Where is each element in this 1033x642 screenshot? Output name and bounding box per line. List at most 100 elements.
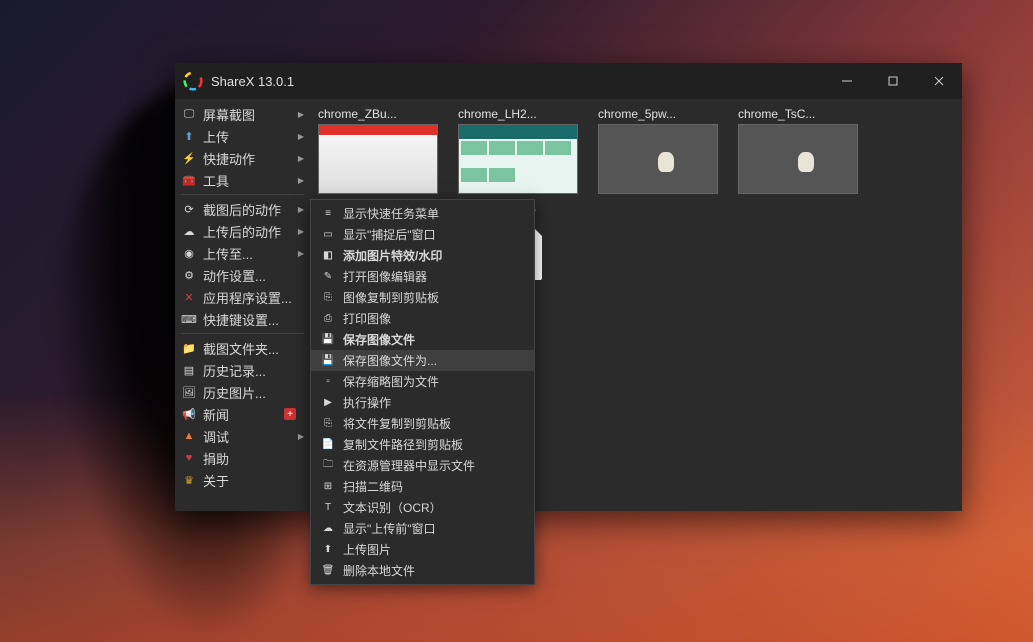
sidebar-item[interactable]: ⌨ 快捷键设置... — [175, 308, 310, 330]
sidebar-separator — [181, 333, 304, 334]
sidebar-item-label: 上传后的动作 — [203, 222, 281, 241]
thumbnail-item[interactable]: chrome_TsC... — [738, 107, 868, 194]
sidebar-item[interactable]: ▲调试▶ — [175, 425, 310, 447]
submenu-item-label: 上传图片 — [343, 541, 391, 558]
submenu-item-label: 图像复制到剪贴板 — [343, 289, 439, 306]
submenu-item[interactable]: ▭显示"捕捉后"窗口 — [311, 224, 534, 245]
sidebar-item[interactable]: ⟳截图后的动作▶ — [175, 198, 310, 220]
submenu-item[interactable]: ✎打开图像编辑器 — [311, 266, 534, 287]
sidebar-item-icon: ⌨ — [181, 311, 197, 327]
submenu-item-icon: 🗀 — [319, 458, 337, 474]
chevron-right-icon: ▶ — [298, 249, 304, 258]
submenu-item[interactable]: 💾 保存图像文件为... — [311, 350, 534, 371]
app-window: ShareX 13.0.1 🖵屏幕截图▶⬆上传▶⚡快捷动作▶🧰工具▶⟳截图后的动… — [175, 63, 962, 511]
submenu-item[interactable]: ⎘将文件复制到剪贴板 — [311, 413, 534, 434]
submenu-item-label: 保存图像文件为... — [343, 352, 437, 369]
thumbnail-image — [458, 124, 578, 194]
sidebar-item[interactable]: ♛关于 — [175, 469, 310, 491]
submenu-item-icon: ▫ — [319, 374, 337, 390]
sidebar-item-label: 动作设置... — [203, 266, 266, 285]
titlebar: ShareX 13.0.1 — [175, 63, 962, 99]
sidebar-item-label: 屏幕截图 — [203, 105, 255, 124]
sidebar-item[interactable]: ⚡快捷动作▶ — [175, 147, 310, 169]
sidebar-item-label: 工具 — [203, 171, 229, 190]
sidebar-item[interactable]: ⬆上传▶ — [175, 125, 310, 147]
submenu-item[interactable]: ⬆ 上传图片 — [311, 539, 534, 560]
submenu-item[interactable]: 🗑 删除本地文件 — [311, 560, 534, 581]
submenu-item[interactable]: 💾保存图像文件 — [311, 329, 534, 350]
thumbnail-label: chrome_ZBu... — [318, 107, 448, 121]
sidebar-item[interactable]: ☁ 上传后的动作 ▶ — [175, 220, 310, 242]
chevron-right-icon: ▶ — [298, 227, 304, 236]
submenu-item-label: 显示快速任务菜单 — [343, 205, 439, 222]
submenu-item[interactable]: 📄 复制文件路径到剪贴板 — [311, 434, 534, 455]
submenu-item[interactable]: 🗀在资源管理器中显示文件 — [311, 455, 534, 476]
close-button[interactable] — [916, 63, 962, 99]
submenu-item[interactable]: T文本识别（OCR） — [311, 497, 534, 518]
thumbnail-item[interactable]: chrome_LH2... — [458, 107, 588, 194]
submenu-item-label: 打开图像编辑器 — [343, 268, 427, 285]
sidebar-separator — [181, 194, 304, 195]
sidebar-item[interactable]: ✕ 应用程序设置... — [175, 286, 310, 308]
submenu-item-icon: 🗑 — [319, 563, 337, 579]
sidebar-item-label: 快捷键设置... — [203, 310, 279, 329]
submenu-item-label: 复制文件路径到剪贴板 — [343, 436, 463, 453]
submenu-item-icon: ⎘ — [319, 416, 337, 432]
submenu-item-icon: ⎘ — [319, 290, 337, 306]
submenu-item[interactable]: ≡显示快速任务菜单 — [311, 203, 534, 224]
sidebar-item-label: 截图后的动作 — [203, 200, 281, 219]
minimize-button[interactable] — [824, 63, 870, 99]
sidebar-item-icon: 🧰 — [181, 172, 197, 188]
submenu-item[interactable]: ⎙ 打印图像 — [311, 308, 534, 329]
submenu-item[interactable]: ☁ 显示"上传前"窗口 — [311, 518, 534, 539]
sidebar-item[interactable]: ▤历史记录... — [175, 359, 310, 381]
thumbnail-image — [598, 124, 718, 194]
sidebar-item-label: 应用程序设置... — [203, 288, 292, 307]
sidebar-item[interactable]: 🖼历史图片... — [175, 381, 310, 403]
sidebar-item[interactable]: 🖵屏幕截图▶ — [175, 103, 310, 125]
sidebar-item[interactable]: 📢新闻+ — [175, 403, 310, 425]
submenu-item-label: 删除本地文件 — [343, 562, 415, 579]
sidebar-item-icon: ◉ — [181, 245, 197, 261]
sidebar-item-icon: ✕ — [181, 289, 197, 305]
submenu-item-icon: 💾 — [319, 353, 337, 369]
submenu-item-icon: ⊞ — [319, 479, 337, 495]
submenu-item-icon: ⎙ — [319, 311, 337, 327]
submenu-item-icon: ☁ — [319, 521, 337, 537]
sidebar-item[interactable]: ⚙ 动作设置... — [175, 264, 310, 286]
thumbnail-label: chrome_5pw... — [598, 107, 728, 121]
thumbnail-item[interactable]: chrome_5pw... — [598, 107, 728, 194]
submenu-item-label: 扫描二维码 — [343, 478, 403, 495]
sidebar-item-icon: ⚡ — [181, 150, 197, 166]
submenu-item[interactable]: ⎘ 图像复制到剪贴板 — [311, 287, 534, 308]
submenu-item-icon: 📄 — [319, 437, 337, 453]
submenu-item-icon: ▶ — [319, 395, 337, 411]
submenu-item[interactable]: ▶执行操作 — [311, 392, 534, 413]
sidebar-item-label: 新闻 — [203, 405, 229, 424]
submenu-item[interactable]: ▫保存缩略图为文件 — [311, 371, 534, 392]
chevron-right-icon: ▶ — [298, 205, 304, 214]
chevron-right-icon: ▶ — [298, 132, 304, 141]
sidebar-item-icon: ☁ — [181, 223, 197, 239]
sidebar-item-icon: 🖼 — [181, 384, 197, 400]
sidebar-item[interactable]: ◉上传至...▶ — [175, 242, 310, 264]
sidebar-item[interactable]: ♥捐助 — [175, 447, 310, 469]
sidebar-item-label: 截图文件夹... — [203, 339, 279, 358]
sidebar-item[interactable]: 🧰工具▶ — [175, 169, 310, 191]
submenu-item-label: 显示"上传前"窗口 — [343, 520, 436, 537]
submenu-item[interactable]: ⊞ 扫描二维码 — [311, 476, 534, 497]
sidebar-item-icon: 📢 — [181, 406, 197, 422]
submenu-item-icon: ⬆ — [319, 542, 337, 558]
submenu-item[interactable]: ◧添加图片特效/水印 — [311, 245, 534, 266]
thumbnail-label: chrome_LH2... — [458, 107, 588, 121]
thumbnail-item[interactable]: chrome_ZBu... — [318, 107, 448, 194]
submenu-item-icon: T — [319, 500, 337, 516]
sidebar: 🖵屏幕截图▶⬆上传▶⚡快捷动作▶🧰工具▶⟳截图后的动作▶☁上传后的动作▶◉上传至… — [175, 99, 310, 511]
submenu-item-icon: 💾 — [319, 332, 337, 348]
maximize-button[interactable] — [870, 63, 916, 99]
sidebar-item-icon: ⚙ — [181, 267, 197, 283]
sidebar-item[interactable]: 📁截图文件夹... — [175, 337, 310, 359]
submenu-item-icon: ◧ — [319, 248, 337, 264]
chevron-right-icon: ▶ — [298, 110, 304, 119]
submenu-item-label: 打印图像 — [343, 310, 391, 327]
